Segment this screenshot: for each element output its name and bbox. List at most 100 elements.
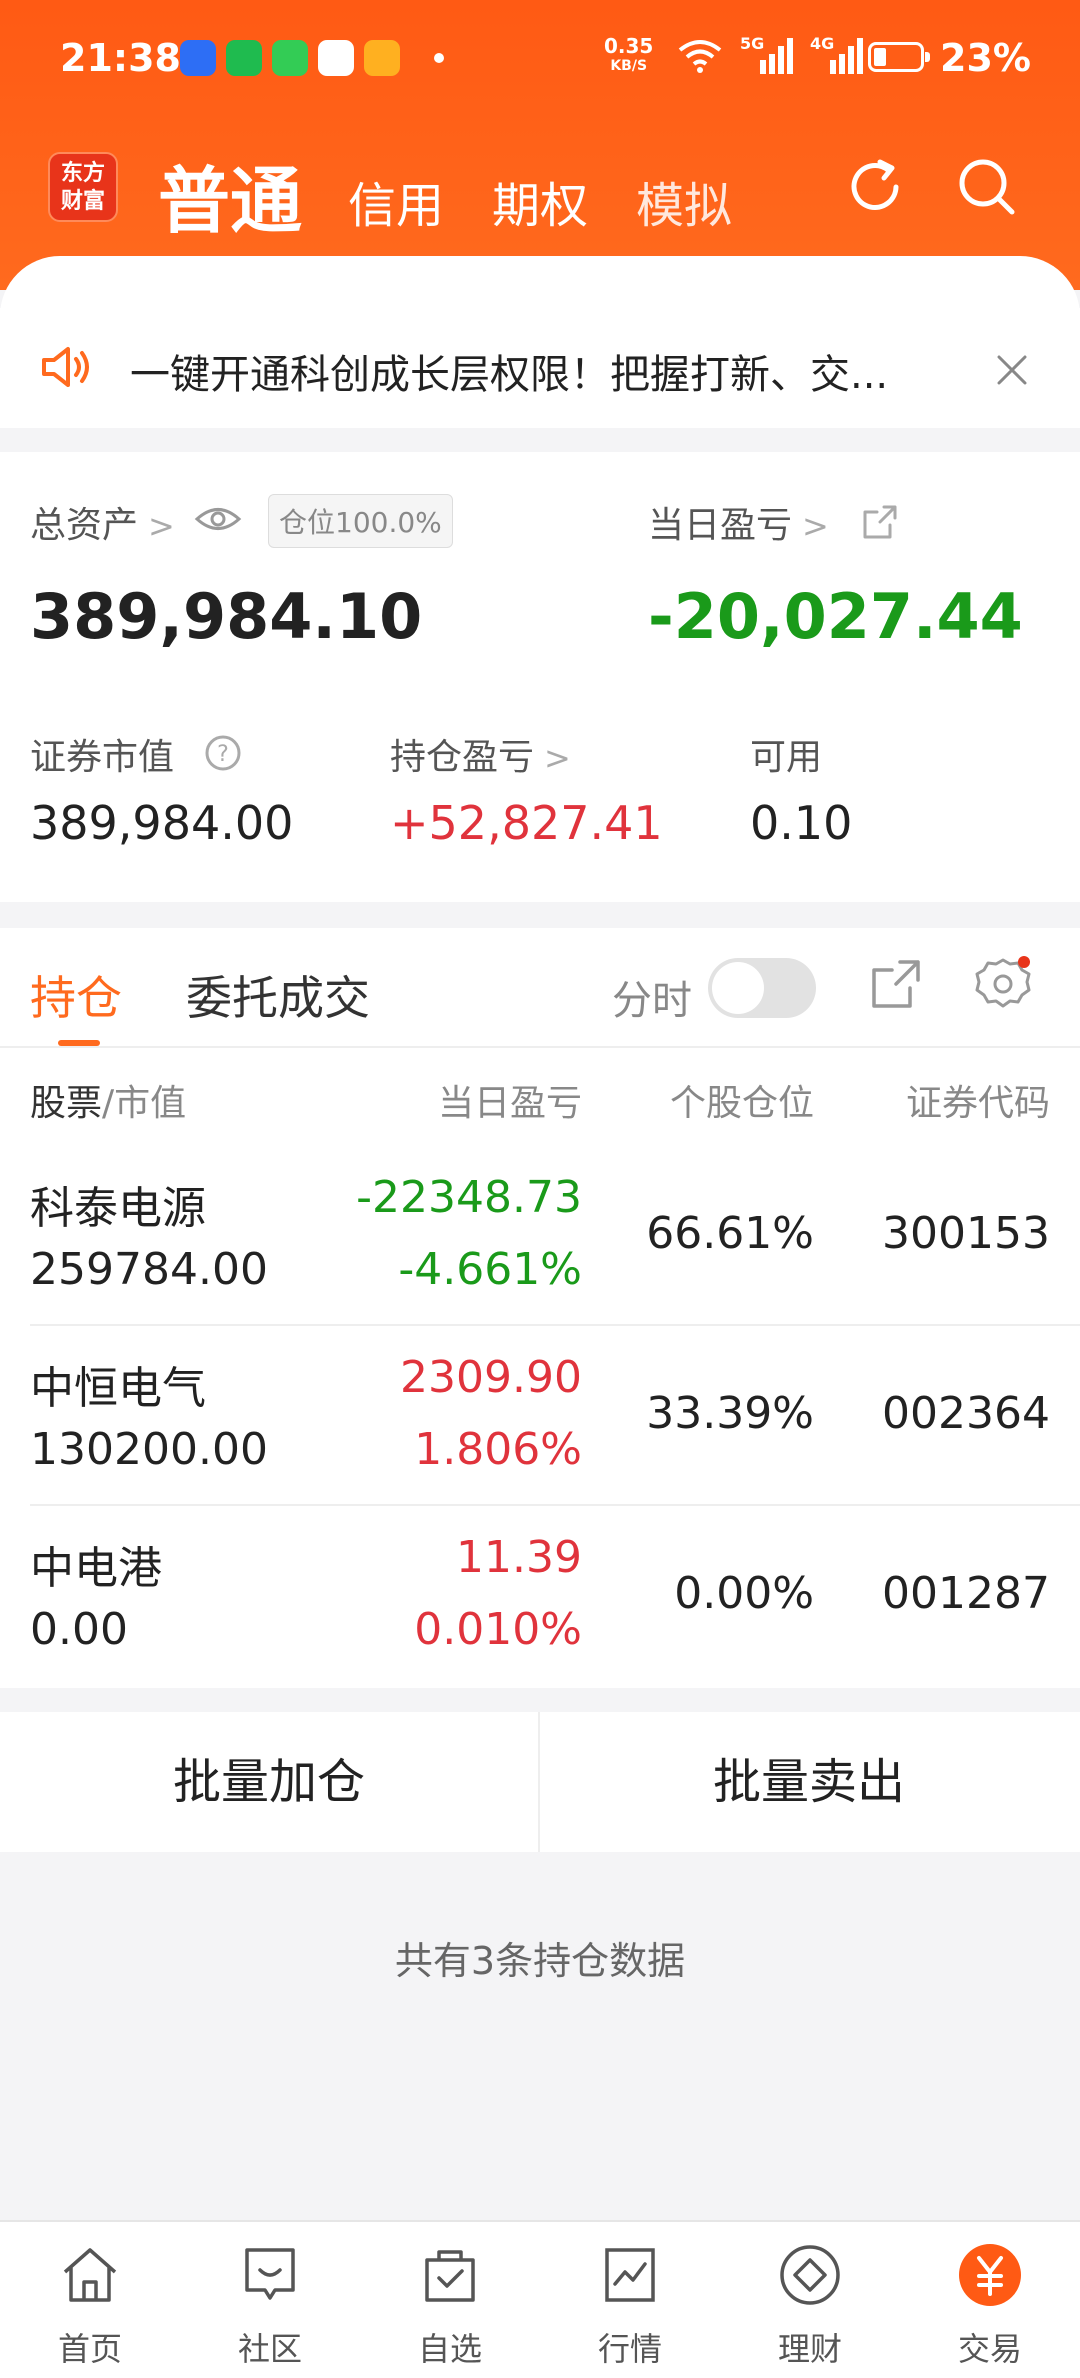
col-daily-pl-header: 当日盈亏: [437, 1083, 582, 1124]
holdings-count-text: 共有3条持仓数据: [394, 1939, 686, 1983]
table-row[interactable]: 中恒电气 130200.00 2309.90 1.806% 33.39% 002…: [0, 1328, 1080, 1508]
notification-icons: [180, 40, 444, 76]
table-row[interactable]: 科泰电源 259784.00 -22348.73 -4.661% 66.61% …: [0, 1148, 1080, 1328]
stock-market-value: 0.00: [30, 1604, 128, 1655]
export-icon[interactable]: [870, 958, 922, 1010]
bottom-nav: 首页 社区 自选 行情 理财 交易: [0, 2220, 1080, 2378]
clock: 21:38: [60, 36, 181, 80]
signal-indicators: 5G 4G: [676, 34, 864, 74]
stock-position: 66.61%: [646, 1208, 814, 1259]
nav-label: 交易: [957, 2330, 1022, 2368]
holding-pl-label[interactable]: 持仓盈亏 >: [390, 728, 571, 780]
nav-market[interactable]: 行情: [540, 2242, 720, 2370]
available-value: 0.10: [750, 796, 853, 850]
stock-daily-pct: 1.806%: [414, 1424, 582, 1475]
batch-add-button[interactable]: 批量加仓: [0, 1712, 538, 1852]
tab-options[interactable]: 期权: [492, 166, 588, 236]
share-icon[interactable]: [862, 504, 898, 540]
stock-name: 中电港: [30, 1543, 162, 1594]
nav-watchlist[interactable]: 自选: [360, 2242, 540, 2370]
batch-actions: 批量加仓 批量卖出: [0, 1712, 1080, 1852]
notice-text: 一键开通科创成长层权限！把握打新、交...: [130, 352, 889, 398]
market-value-label: 证券市值: [30, 728, 174, 780]
nav-wealth[interactable]: 理财: [720, 2242, 900, 2370]
home-icon: [63, 2248, 117, 2302]
battery-icon: [868, 42, 930, 72]
total-assets-label[interactable]: 总资产 >: [30, 496, 175, 548]
nav-community[interactable]: 社区: [180, 2242, 360, 2370]
timeshare-toggle[interactable]: [708, 958, 816, 1018]
svg-text:?: ?: [217, 742, 229, 767]
tab-divider: [0, 1046, 1080, 1048]
nav-home[interactable]: 首页: [0, 2242, 180, 2370]
tab-credit[interactable]: 信用: [348, 166, 444, 236]
eye-icon[interactable]: [194, 504, 242, 534]
available-label: 可用: [750, 737, 823, 778]
stock-market-value: 130200.00: [30, 1424, 268, 1475]
app-notification-icon: [180, 40, 216, 76]
battery-percent: 23%: [940, 36, 1031, 80]
timeshare-label: 分时: [612, 978, 692, 1024]
app-header: 21:38 0.35 KB/S 5G 4G 23% 东方 财富 普通 信用 期权…: [0, 0, 1080, 290]
trade-yuan-icon: [959, 2244, 1021, 2306]
logo-line1: 东方: [60, 161, 105, 186]
nav-trade[interactable]: 交易: [900, 2242, 1080, 2370]
stock-name: 科泰电源: [30, 1183, 206, 1234]
wealth-diamond-icon: [780, 2245, 840, 2305]
market-chart-icon: [605, 2248, 655, 2302]
tab-normal[interactable]: 普通: [158, 142, 302, 247]
daily-pl-label[interactable]: 当日盈亏 >: [648, 496, 829, 548]
market-value: 389,984.00: [30, 796, 294, 850]
net-speed: 0.35 KB/S: [604, 36, 653, 76]
stock-daily-pl: -22348.73: [356, 1172, 582, 1223]
holding-pl-value: +52,827.41: [390, 796, 663, 850]
tab-orders[interactable]: 委托成交: [186, 962, 370, 1028]
tab-holdings[interactable]: 持仓: [30, 962, 122, 1028]
close-icon[interactable]: [996, 354, 1028, 386]
speaker-icon: [42, 347, 89, 387]
stock-code: 001287: [882, 1568, 1050, 1619]
help-icon[interactable]: ?: [204, 734, 242, 772]
nav-label: 理财: [777, 2330, 842, 2368]
wifi-icon: [678, 40, 722, 73]
stock-market-value: 259784.00: [30, 1244, 268, 1295]
stock-code: 300153: [882, 1208, 1050, 1259]
market-value-label-text: 证券市值: [30, 737, 175, 778]
daily-pl-value: -20,027.44: [648, 580, 1023, 653]
app-notification-icon: [318, 40, 354, 76]
logo-line2: 财富: [60, 189, 105, 214]
position-ratio-badge: 仓位100.0%: [268, 494, 453, 548]
watchlist-bag-icon: [425, 2250, 475, 2302]
nav-label: 社区: [237, 2330, 302, 2368]
net-speed-unit: KB/S: [610, 58, 648, 74]
tab-simulation[interactable]: 模拟: [636, 166, 732, 236]
app-logo: 东方 财富: [48, 152, 118, 222]
col-slash: /: [102, 1083, 115, 1124]
signal-4g-icon: 4G: [810, 34, 864, 74]
settings-gear-icon[interactable]: [972, 954, 1034, 1016]
nav-label: 行情: [597, 2330, 662, 2368]
col-mv-label: 市值: [114, 1083, 187, 1124]
stock-daily-pct: -4.661%: [398, 1244, 582, 1295]
sig1-label: 5G: [740, 34, 765, 53]
batch-sell-button[interactable]: 批量卖出: [540, 1712, 1078, 1852]
col-position-header: 个股仓位: [669, 1083, 814, 1124]
search-icon[interactable]: [952, 152, 1022, 222]
nav-label: 首页: [57, 2330, 122, 2368]
table-row[interactable]: 中电港 0.00 11.39 0.010% 0.00% 001287: [0, 1508, 1080, 1688]
col-code-header: 证券代码: [905, 1083, 1050, 1124]
refresh-icon[interactable]: [840, 152, 910, 222]
total-assets-label-text: 总资产: [30, 505, 139, 546]
nav-label: 自选: [417, 2330, 482, 2368]
sig2-label: 4G: [810, 34, 835, 53]
row-divider: [30, 1324, 1080, 1326]
stock-daily-pl: 11.39: [456, 1532, 582, 1583]
more-notifications-icon: [434, 53, 444, 63]
holdings-section: 持仓 委托成交 分时 股票/市值 当日盈亏 个股仓位 证券代码 科泰电源 259…: [0, 928, 1080, 1688]
total-assets-value: 389,984.10: [30, 580, 423, 653]
col-stock-header: 股票/市值: [30, 1074, 186, 1126]
book-notification-icon: [364, 40, 400, 76]
stock-position: 0.00%: [674, 1568, 814, 1619]
notice-banner[interactable]: 一键开通科创成长层权限！把握打新、交...: [0, 308, 1080, 428]
app-notification-icon: [226, 40, 262, 76]
